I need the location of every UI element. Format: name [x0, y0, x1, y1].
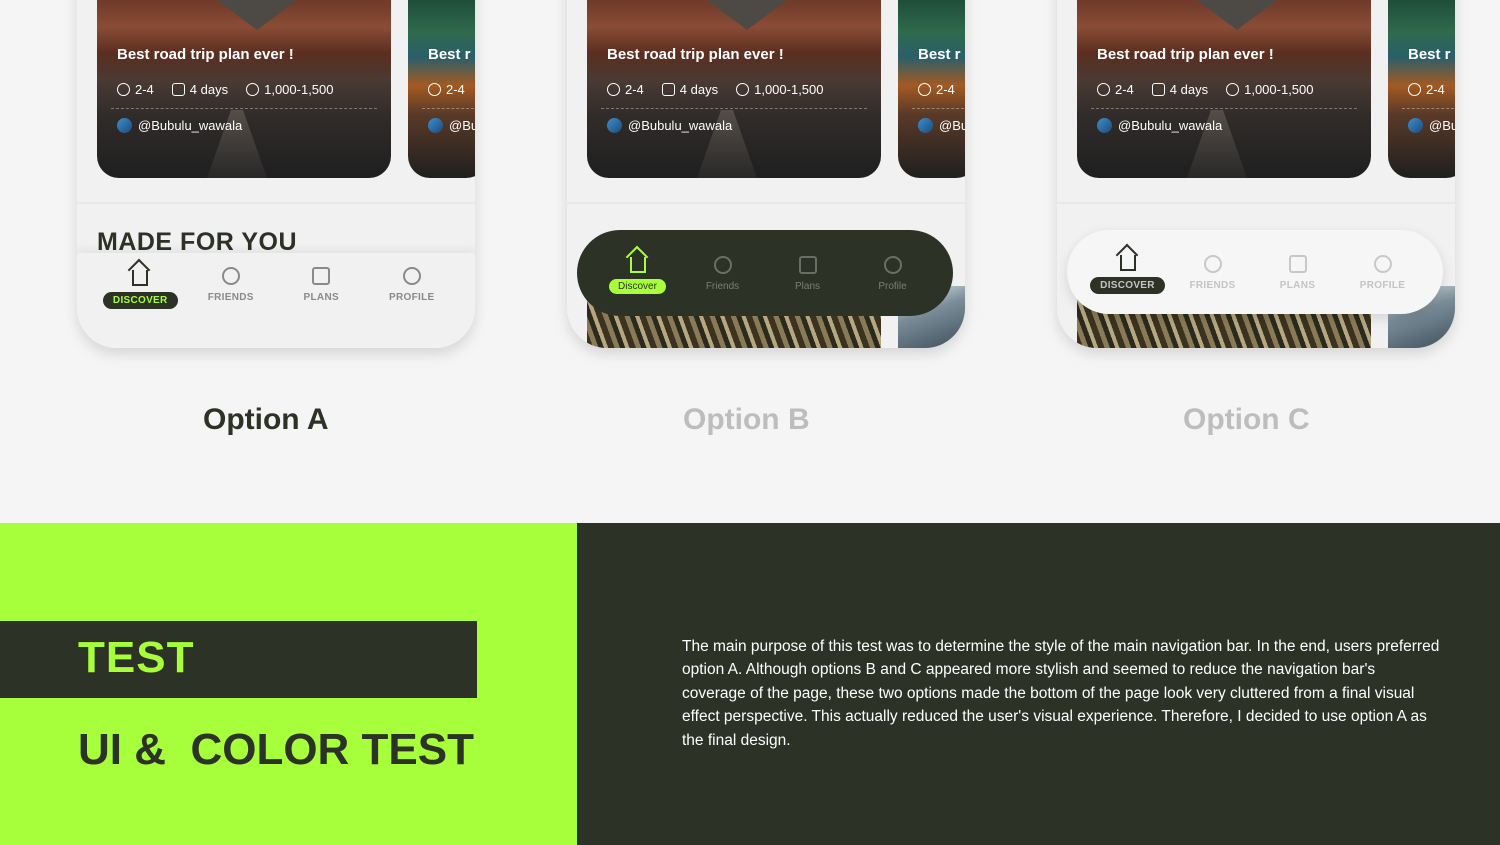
card-title: Best road trip plan ever ! [1097, 46, 1274, 63]
home-icon [629, 256, 646, 273]
nav-discover[interactable]: Discover [596, 253, 680, 294]
option-b-label: Option B [683, 403, 810, 436]
dollar-icon [1226, 83, 1240, 96]
phone-option-c: Best road trip plan ever ! 2-4 4 days 1,… [1057, 0, 1455, 348]
nav-profile[interactable]: PROFILE [1341, 254, 1425, 291]
people-icon [607, 83, 620, 96]
card-meta: 2-4 4 days 1,000-1,500 [1097, 82, 1314, 97]
trip-card-partial[interactable]: Best r 2-4 @Bu [898, 0, 965, 178]
description-text: The main purpose of this test was to det… [682, 638, 1440, 749]
trip-days: 4 days [189, 82, 229, 97]
home-icon [132, 270, 149, 286]
divider [1057, 202, 1455, 204]
plans-icon [312, 267, 331, 285]
plans-icon [798, 255, 817, 274]
test-heading: TEST [78, 633, 195, 682]
card-image [707, 0, 787, 30]
friends-icon [221, 267, 240, 285]
card-image [1197, 0, 1277, 30]
friends-icon [1203, 254, 1222, 273]
nav-plans[interactable]: PLANS [279, 266, 363, 348]
nav-discover[interactable]: DISCOVER [98, 266, 182, 348]
card-author[interactable]: @Bubulu_wawala [117, 118, 242, 133]
nav-discover[interactable]: DISCOVER [1086, 251, 1170, 294]
bottom-navigation: DISCOVER FRIENDS PLANS PROFILE [77, 253, 475, 348]
nav-friends[interactable]: Friends [681, 255, 765, 292]
home-icon [1119, 254, 1136, 271]
avatar [1408, 118, 1423, 133]
avatar [918, 118, 933, 133]
profile-icon [883, 255, 902, 274]
divider [567, 202, 965, 204]
card-image [217, 0, 297, 30]
calendar-icon [661, 83, 675, 96]
plans-icon [1288, 254, 1307, 273]
floating-navigation-dark: Discover Friends Plans Profile [577, 230, 953, 316]
nav-friends[interactable]: FRIENDS [1171, 254, 1255, 291]
avatar [428, 118, 443, 133]
trip-budget: 1,000-1,500 [264, 82, 334, 97]
trip-card[interactable]: Best road trip plan ever ! 2-4 4 days 1,… [1077, 0, 1371, 178]
calendar-icon [171, 83, 185, 96]
people-icon [117, 83, 130, 96]
dollar-icon [246, 83, 260, 96]
profile-icon [402, 267, 421, 285]
divider [77, 202, 475, 204]
calendar-icon [1151, 83, 1165, 96]
card-author[interactable]: @Bubulu_wawala [1097, 118, 1222, 133]
divider [111, 108, 377, 109]
nav-plans[interactable]: Plans [766, 255, 850, 292]
nav-profile[interactable]: Profile [851, 255, 935, 292]
phone-option-b: Best road trip plan ever ! 2-4 4 days 1,… [567, 0, 965, 348]
card-title-partial: Best r [428, 46, 471, 63]
avatar [117, 118, 132, 133]
page-title: UI & COLOR TEST [78, 725, 474, 774]
dollar-icon [736, 83, 750, 96]
trip-card-partial[interactable]: Best r 2-4 @Bu [1388, 0, 1455, 178]
people-count: 2-4 [135, 82, 154, 97]
trip-card[interactable]: Best road trip plan ever ! 2-4 4 days 1,… [587, 0, 881, 178]
card-author[interactable]: @Bubulu_wawala [607, 118, 732, 133]
people-icon [1097, 83, 1110, 96]
card-title: Best road trip plan ever ! [117, 46, 294, 63]
trip-card-partial[interactable]: Best r 2-4 @Bu [408, 0, 475, 178]
description-panel: The main purpose of this test was to det… [577, 523, 1500, 845]
phone-option-a: Best road trip plan ever ! 2-4 4 days 1,… [77, 0, 475, 348]
friends-icon [713, 255, 732, 274]
option-c-label: Option C [1183, 403, 1310, 436]
card-meta: 2-4 4 days 1,000-1,500 [117, 82, 334, 97]
card-title: Best road trip plan ever ! [607, 46, 784, 63]
test-banner: TEST [0, 621, 477, 698]
people-icon [428, 83, 441, 96]
trip-card[interactable]: Best road trip plan ever ! 2-4 4 days 1,… [97, 0, 391, 178]
nav-plans[interactable]: PLANS [1256, 254, 1340, 291]
profile-icon [1373, 254, 1392, 273]
title-panel: TEST UI & COLOR TEST [0, 523, 577, 845]
people-icon [1408, 83, 1421, 96]
avatar [607, 118, 622, 133]
people-icon [918, 83, 931, 96]
nav-profile[interactable]: PROFILE [370, 266, 454, 348]
floating-navigation-light: DISCOVER FRIENDS PLANS PROFILE [1067, 230, 1443, 314]
avatar [1097, 118, 1112, 133]
option-a-label: Option A [203, 403, 329, 436]
card-meta: 2-4 4 days 1,000-1,500 [607, 82, 824, 97]
nav-friends[interactable]: FRIENDS [189, 266, 273, 348]
